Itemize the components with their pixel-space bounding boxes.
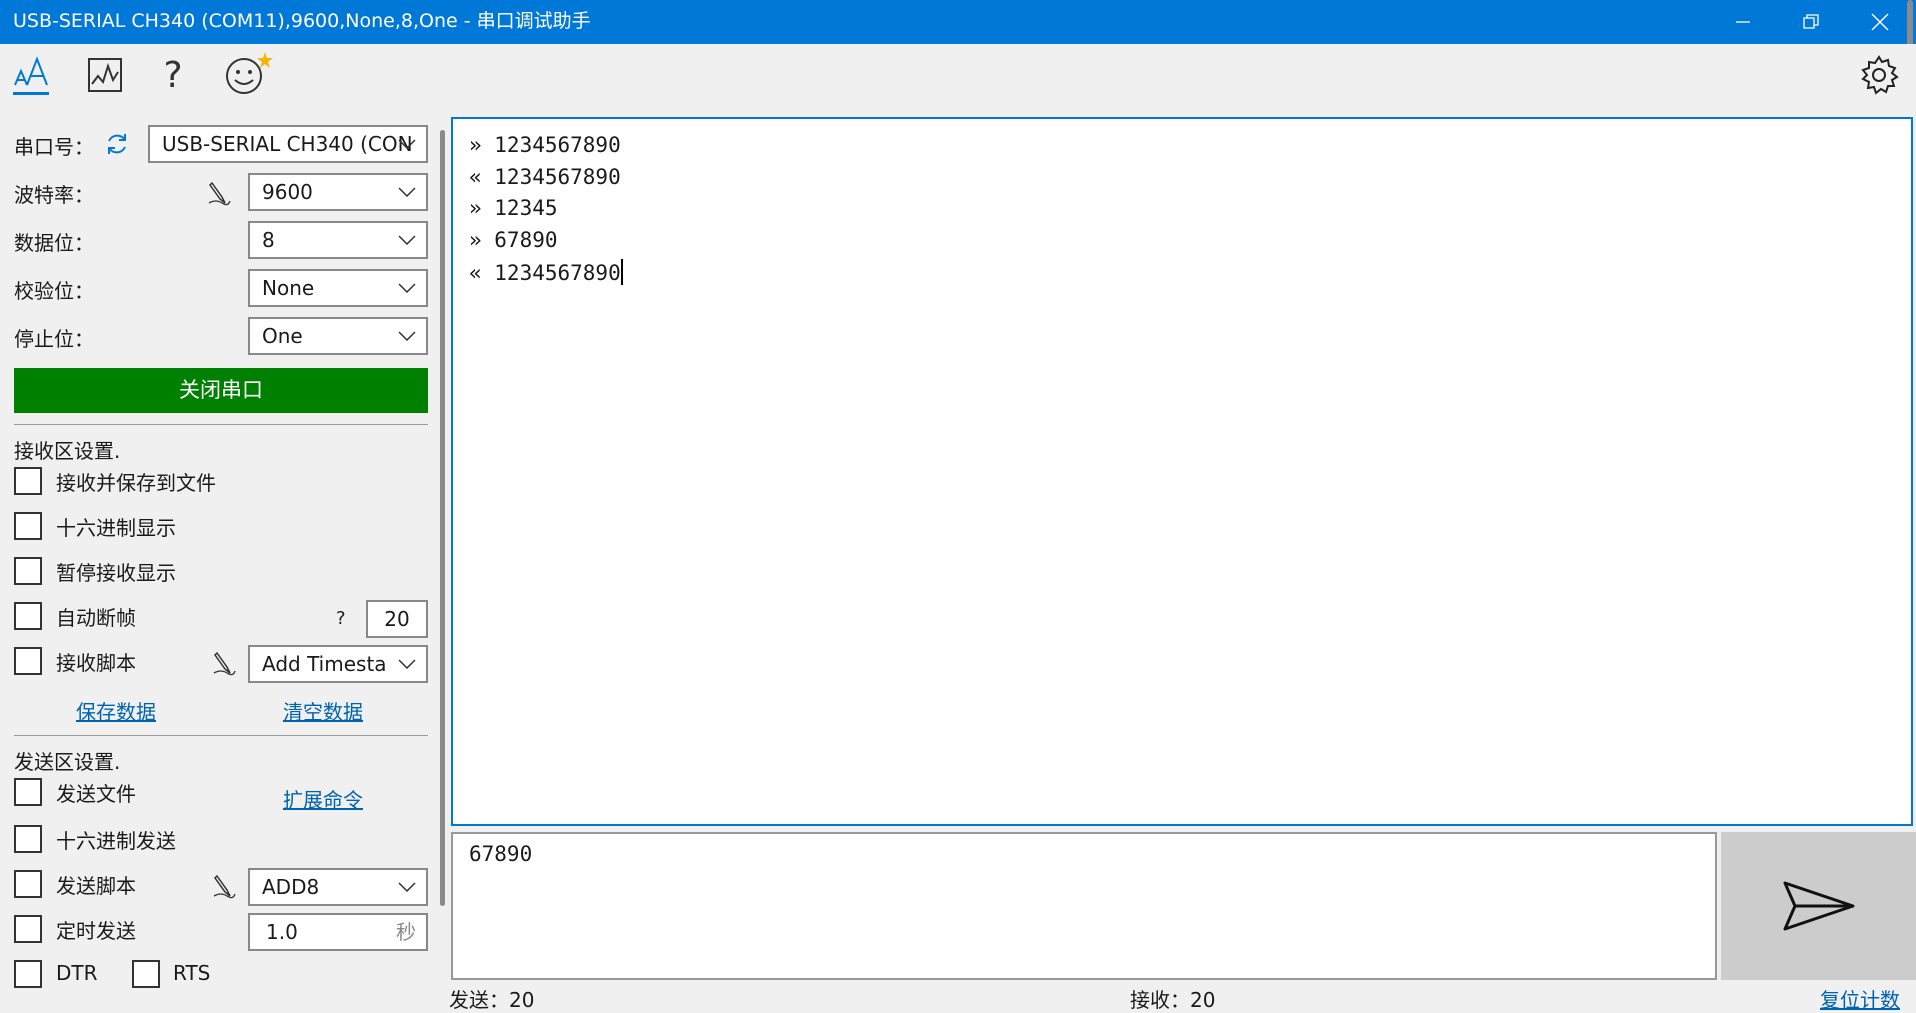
chevron-down-icon [398,647,416,681]
restore-icon [1803,14,1819,29]
receive-line: » 12345 [469,196,558,220]
minimize-icon [1736,21,1750,23]
receive-line: « 1234567890 [469,165,621,189]
dtr-checkbox[interactable] [14,960,42,988]
receive-line-text: « 1234567890 [469,261,621,285]
toolbar: ? [0,44,1916,117]
active-tab-indicator [13,92,49,95]
sent-count: 发送：20 [449,988,535,1012]
close-window-button[interactable] [1846,0,1914,44]
chevron-down-icon [398,175,416,209]
send-file-checkbox[interactable] [14,778,42,806]
auto-frame-label: 自动断帧 [56,606,136,630]
rts-label: RTS [173,961,211,985]
minimize-button[interactable] [1709,0,1777,44]
close-icon [1871,13,1889,31]
divider [14,424,428,425]
hex-display-label: 十六进制显示 [56,516,176,540]
save-to-file-label: 接收并保存到文件 [56,471,216,495]
send-button[interactable] [1721,832,1916,980]
help-icon[interactable]: ? [152,54,194,96]
chevron-down-icon [398,127,416,161]
receive-line: » 1234567890 [469,133,621,157]
chart-icon[interactable] [84,54,126,96]
receive-line-last: « 1234567890 [469,259,623,285]
timed-send-label: 定时发送 [56,919,136,943]
restore-button[interactable] [1777,0,1845,44]
interval-unit: 秒 [396,920,416,944]
baud-select[interactable]: 9600 [248,173,428,211]
stopbits-select[interactable]: One [248,317,428,355]
port-value: USB-SERIAL CH340 (CON [162,132,413,156]
chevron-down-icon [398,223,416,257]
auto-frame-help[interactable]: ? [336,608,346,629]
interval-value: 1.0 [266,920,298,944]
settings-scrollbar[interactable] [440,130,445,906]
receive-script-checkbox[interactable] [14,647,42,675]
pause-display-label: 暂停接收显示 [56,561,176,585]
databits-label: 数据位： [14,231,94,255]
send-script-label: 发送脚本 [56,874,136,898]
send-input[interactable]: 67890 [451,832,1717,980]
auto-frame-checkbox[interactable] [14,602,42,630]
port-select[interactable]: USB-SERIAL CH340 (CON [148,125,428,163]
stopbits-label: 停止位： [14,327,94,351]
window-title: USB-SERIAL CH340 (COM11),9600,None,8,One… [13,10,591,32]
reset-count-link[interactable]: 复位计数 [1820,984,1900,1013]
clear-data-link[interactable]: 清空数据 [283,696,363,725]
gear-icon[interactable] [1858,54,1900,96]
receive-script-select[interactable]: Add Timesta [248,645,428,683]
send-script-edit-icon[interactable] [211,873,237,899]
chevron-down-icon [398,271,416,305]
chevron-down-icon [398,319,416,353]
receive-line: » 67890 [469,228,558,252]
chevron-down-icon [398,870,416,904]
save-data-link[interactable]: 保存数据 [76,696,156,725]
auto-frame-input[interactable]: 20 [366,600,428,638]
smiley-icon[interactable] [222,50,274,98]
dtr-label: DTR [56,961,98,985]
close-port-button[interactable]: 关闭串口 [14,368,428,413]
hex-display-checkbox[interactable] [14,512,42,540]
pause-display-checkbox[interactable] [14,557,42,585]
parity-select[interactable]: None [248,269,428,307]
receive-script-label: 接收脚本 [56,651,136,675]
hex-send-checkbox[interactable] [14,825,42,853]
send-file-label: 发送文件 [56,782,136,806]
receive-settings-title: 接收区设置. [14,439,121,463]
parity-label: 校验位： [14,279,94,303]
received-count: 接收：20 [1130,988,1216,1012]
extend-command-link[interactable]: 扩展命令 [283,784,363,813]
interval-input[interactable]: 1.0 秒 [248,913,428,951]
baud-label: 波特率： [14,183,94,207]
send-script-select[interactable]: ADD8 [248,868,428,906]
title-bar: USB-SERIAL CH340 (COM11),9600,None,8,One… [0,0,1916,44]
hex-send-label: 十六进制发送 [56,829,176,853]
refresh-icon[interactable] [104,131,130,157]
timed-send-checkbox[interactable] [14,915,42,943]
save-to-file-checkbox[interactable] [14,467,42,495]
send-icon [1783,881,1854,931]
send-settings-title: 发送区设置. [14,750,121,774]
rts-checkbox[interactable] [132,960,160,988]
send-text: 67890 [469,842,533,866]
receive-script-edit-icon[interactable] [211,650,237,676]
text-style-icon[interactable] [10,54,52,96]
text-caret [620,259,623,285]
databits-select[interactable]: 8 [248,221,428,259]
port-label: 串口号： [14,135,94,159]
receive-area[interactable]: » 1234567890 « 1234567890 » 12345 » 6789… [451,117,1913,826]
divider [14,735,428,736]
send-script-checkbox[interactable] [14,870,42,898]
baud-edit-icon[interactable] [206,180,232,206]
